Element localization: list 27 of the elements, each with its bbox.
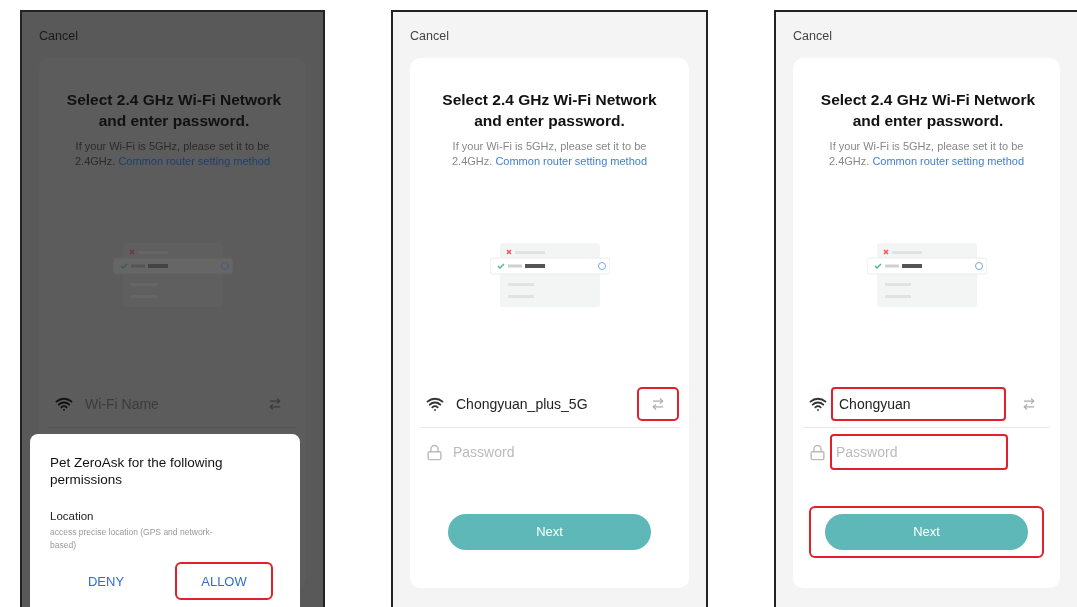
hint-text: If your Wi-Fi is 5GHz, please set it to be 2.4GHz. Common router setting method bbox=[450, 139, 649, 169]
page-title: Select 2.4 GHz Wi-Fi Network and enter password. bbox=[65, 90, 283, 131]
router-setting-link[interactable]: Common router setting method bbox=[872, 155, 1025, 167]
swap-arrows-icon bbox=[651, 397, 665, 411]
dialog-title: Pet ZeroAsk for the following permissions bbox=[50, 454, 224, 488]
wifi-name-field[interactable]: Chongyuan_plus_5G bbox=[448, 387, 635, 421]
page-title: Select 2.4 GHz Wi-Fi Network and enter password. bbox=[441, 90, 658, 131]
wifi-icon bbox=[55, 395, 73, 413]
dialog-button[interactable]: ALLOW bbox=[175, 562, 273, 601]
swap-arrows-icon bbox=[268, 397, 282, 411]
password-field[interactable]: Password bbox=[830, 434, 1008, 470]
permission-description: access precise location (GPS and network-based) bbox=[50, 526, 214, 553]
cancel-button[interactable]: Cancel bbox=[793, 27, 832, 46]
permission-name: Location bbox=[50, 509, 95, 524]
cancel-button[interactable]: Cancel bbox=[410, 27, 449, 46]
dialog-button[interactable]: DENY bbox=[57, 562, 155, 601]
lock-icon bbox=[809, 443, 826, 461]
page-title: Select 2.4 GHz Wi-Fi Network and enter password. bbox=[819, 90, 1037, 131]
router-setting-link[interactable]: Common router setting method bbox=[495, 155, 648, 167]
lock-icon bbox=[426, 443, 443, 461]
password-field[interactable]: Password bbox=[447, 434, 637, 470]
wifi-name-field[interactable]: Chongyuan bbox=[831, 387, 1006, 421]
switch-network-button[interactable] bbox=[637, 387, 679, 421]
swap-arrows-icon bbox=[1022, 397, 1036, 411]
wifi-icon bbox=[426, 395, 444, 413]
hint-text: If your Wi-Fi is 5GHz, please set it to be 2.4GHz. Common router setting method bbox=[827, 139, 1026, 169]
wifi-icon bbox=[809, 395, 827, 413]
